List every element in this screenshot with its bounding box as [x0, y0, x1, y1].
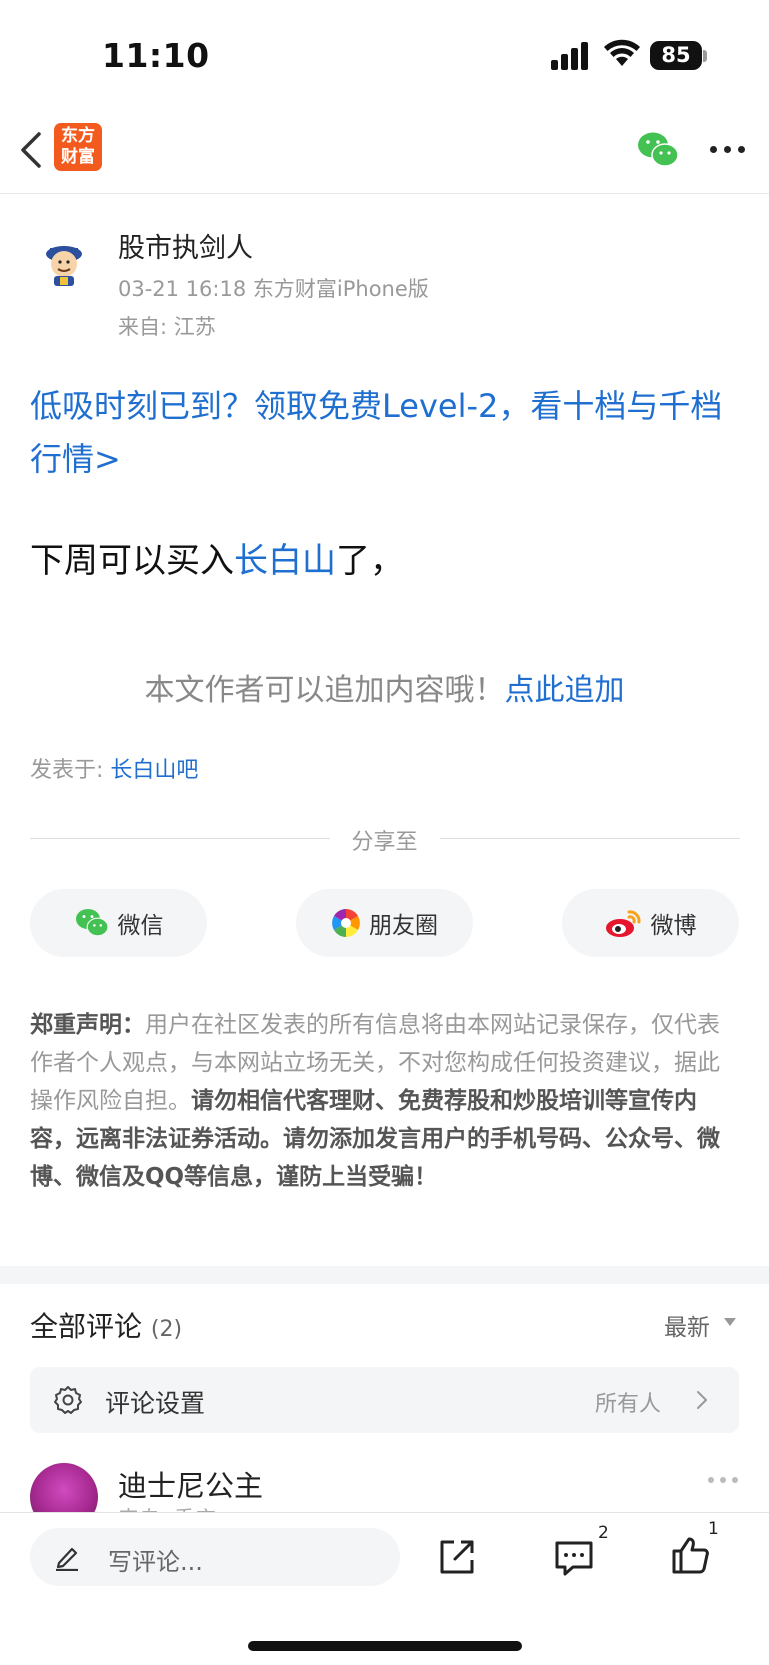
wifi-icon: [604, 39, 640, 66]
comment-icon[interactable]: [553, 1539, 595, 1577]
share-moments-label: 朋友圈: [369, 913, 438, 939]
cellular-signal-icon: [551, 40, 591, 70]
share-divider-right: [440, 838, 740, 839]
share-icon[interactable]: [437, 1537, 477, 1577]
share-wechat-label: 微信: [117, 913, 164, 939]
post-text-end: 了，: [336, 541, 404, 581]
gear-icon: [54, 1386, 82, 1414]
back-arrow-icon[interactable]: [18, 128, 48, 172]
sort-dropdown[interactable]: 最新: [664, 1308, 710, 1342]
share-wechat-button[interactable]: 微信: [30, 889, 207, 957]
disclaimer: 郑重声明：用户在社区发表的所有信息将由本网站记录保存，仅代表作者个人观点，与本网…: [30, 1006, 742, 1196]
comment-input[interactable]: 写评论...: [30, 1528, 400, 1586]
more-options-icon[interactable]: [710, 146, 746, 154]
status-bar: 11:10 85: [0, 0, 769, 110]
home-indicator[interactable]: [248, 1641, 522, 1651]
level2-promo-link[interactable]: 低吸时刻已到？领取免费Level-2，看十档与千档行情>: [30, 380, 730, 486]
comment-settings-row[interactable]: 评论设置 所有人: [30, 1367, 739, 1433]
battery-tip: [703, 50, 707, 62]
bottom-action-bar: 写评论... 2 1: [0, 1512, 769, 1665]
stock-link[interactable]: 长白山: [234, 541, 336, 581]
author-avatar[interactable]: [36, 232, 92, 288]
comment-settings-label: 评论设置: [105, 1389, 206, 1418]
commenter-name[interactable]: 迪士尼公主: [118, 1463, 263, 1505]
forum-link[interactable]: 长白山吧: [110, 758, 198, 783]
wechat-share-icon[interactable]: [637, 130, 679, 170]
thumbs-up-icon[interactable]: [670, 1535, 712, 1575]
append-text: 本文作者可以追加内容哦！: [144, 673, 505, 708]
eastmoney-logo[interactable]: 东方财富: [54, 123, 102, 171]
post-text: 下周可以买入: [30, 541, 234, 581]
comments-title: 全部评论: [30, 1310, 143, 1343]
post-location: 来自: 江苏: [118, 315, 216, 339]
caret-down-icon[interactable]: [724, 1318, 736, 1326]
comments-count: (2): [150, 1317, 183, 1342]
posted-in: 发表于: 长白山吧: [30, 752, 198, 784]
comments-header: 全部评论 (2): [30, 1305, 182, 1345]
status-time: 11:10: [102, 36, 210, 75]
append-link[interactable]: 点此追加: [505, 673, 625, 708]
wechat-icon: [75, 909, 109, 937]
pencil-icon: [56, 1547, 78, 1571]
moments-icon: [332, 909, 360, 937]
post-meta: 03-21 16:18 东方财富iPhone版: [118, 277, 429, 301]
weibo-icon: [605, 910, 641, 937]
comment-count-badge: 2: [598, 1523, 609, 1543]
post-content: 下周可以买入长白山了，: [30, 533, 404, 582]
share-weibo-label: 微博: [650, 913, 697, 939]
comment-settings-value: 所有人: [595, 1392, 662, 1417]
like-count-badge: 1: [708, 1519, 719, 1539]
disclaimer-label: 郑重声明：: [30, 1012, 145, 1038]
share-title: 分享至: [351, 830, 418, 855]
battery-indicator: 85: [650, 41, 702, 70]
author-name[interactable]: 股市执剑人: [118, 226, 253, 265]
comment-more-icon[interactable]: [708, 1477, 740, 1485]
comment-placeholder: 写评论...: [108, 1548, 203, 1576]
navigation-bar: 东方财富: [0, 110, 769, 194]
section-divider: [0, 1266, 769, 1284]
share-moments-button[interactable]: 朋友圈: [296, 889, 473, 957]
posted-label: 发表于:: [30, 758, 111, 783]
chevron-right-icon: [697, 1391, 707, 1409]
post-detail-screen: 11:10 85 东方财富 股市执剑人 03-21 16:18 东方财富iPho…: [0, 0, 769, 1665]
share-weibo-button[interactable]: 微博: [562, 889, 739, 957]
append-content-prompt: 本文作者可以追加内容哦！点此追加: [0, 665, 769, 709]
